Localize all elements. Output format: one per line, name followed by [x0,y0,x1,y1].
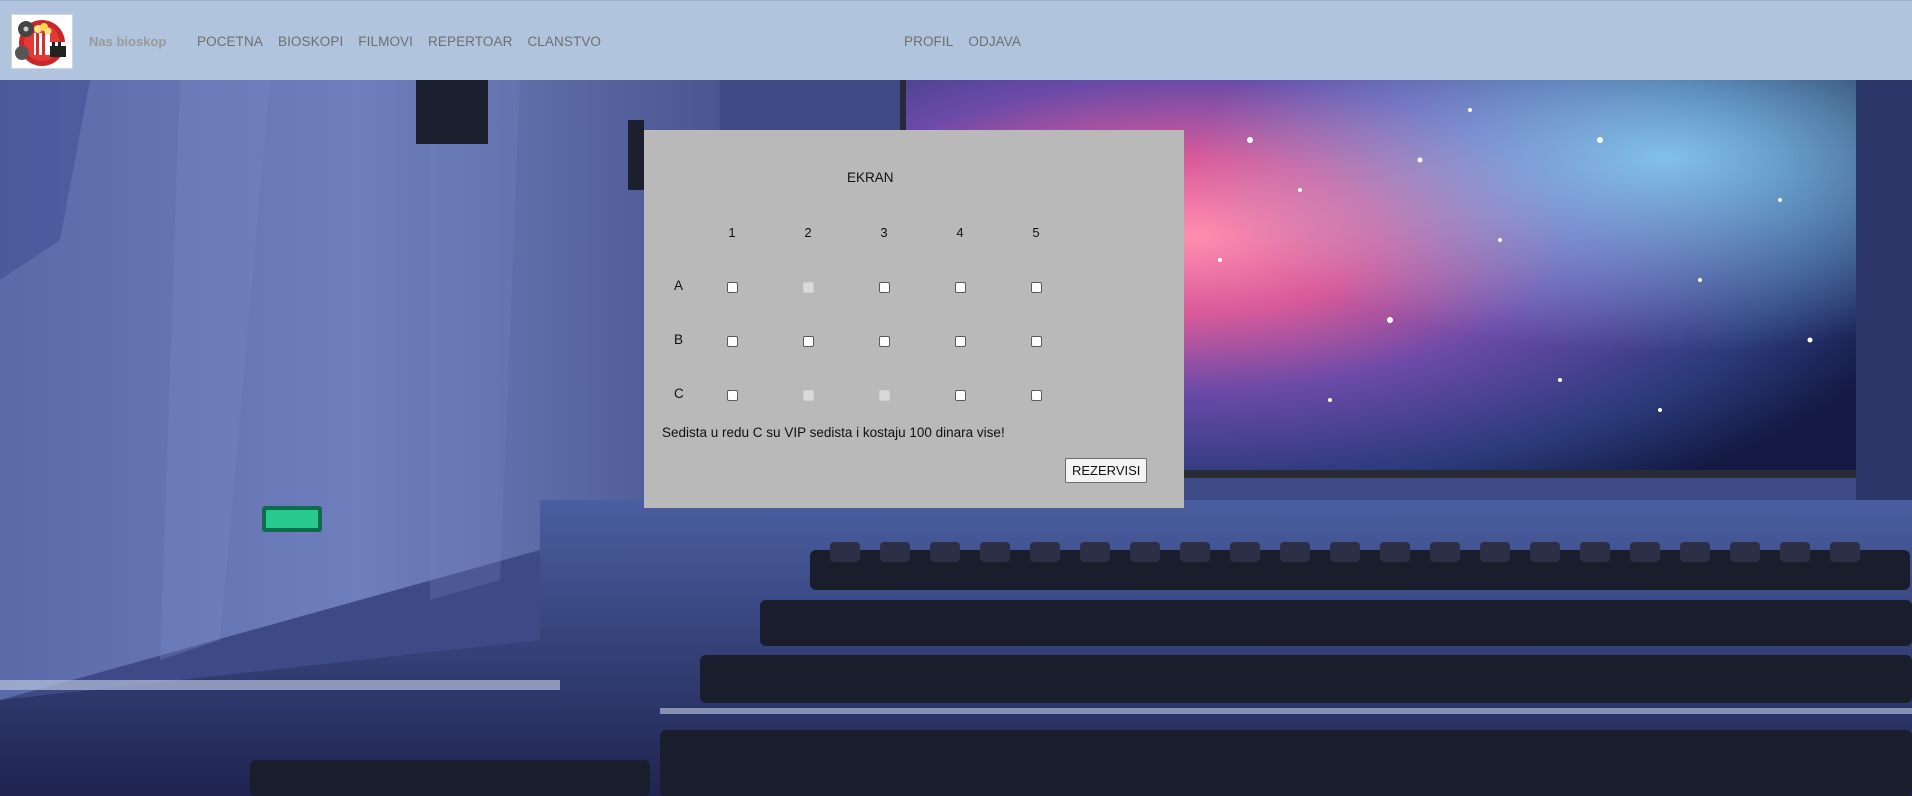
seat-checkbox-C2 [803,390,814,401]
seat-checkbox-B4[interactable] [955,336,966,347]
screen-label: EKRAN [847,170,894,185]
brand-name[interactable]: Nas bioskop [89,34,166,49]
column-number: 3 [880,225,888,240]
seat-checkbox-A5[interactable] [1031,282,1042,293]
nav-link-profil[interactable]: PROFIL [904,34,953,49]
column-number: 1 [728,225,736,240]
column-number: 4 [956,225,964,240]
nav-link-pocetna[interactable]: POCETNA [197,34,263,49]
seat-checkbox-A2 [803,282,814,293]
seat-checkbox-A4[interactable] [955,282,966,293]
navbar: Nas bioskop POCETNA BIOSKOPI FILMOVI REP… [0,0,1912,80]
seat-checkbox-C3 [879,390,890,401]
column-number: 5 [1032,225,1040,240]
seat-checkbox-B1[interactable] [727,336,738,347]
nav-link-odjava[interactable]: ODJAVA [968,34,1021,49]
vip-note: Sedista u redu C su VIP sedista i kostaj… [662,425,1005,440]
seat-checkbox-C1[interactable] [727,390,738,401]
popcorn-film-logo-icon[interactable] [11,14,73,69]
user-nav: PROFIL ODJAVA [904,34,1021,49]
seat-checkbox-B5[interactable] [1031,336,1042,347]
column-number: 2 [804,225,812,240]
main-nav: POCETNA BIOSKOPI FILMOVI REPERTOAR CLANS… [197,34,601,49]
row-label: A [674,278,684,293]
seat-checkbox-C5[interactable] [1031,390,1042,401]
seat-selection-panel: EKRAN 1 2 3 4 5 A B C Sedista u redu C s… [644,130,1184,508]
nav-link-repertoar[interactable]: REPERTOAR [428,34,512,49]
reserve-button[interactable]: REZERVISI [1065,458,1148,483]
seat-checkbox-B3[interactable] [879,336,890,347]
seat-checkbox-B2[interactable] [803,336,814,347]
seat-checkbox-A3[interactable] [879,282,890,293]
seat-checkbox-A1[interactable] [727,282,738,293]
row-label: B [674,332,684,347]
nav-link-clanstvo[interactable]: CLANSTVO [527,34,601,49]
nav-link-bioskopi[interactable]: BIOSKOPI [278,34,343,49]
row-label: C [674,386,684,401]
seat-checkbox-C4[interactable] [955,390,966,401]
nav-link-filmovi[interactable]: FILMOVI [358,34,413,49]
